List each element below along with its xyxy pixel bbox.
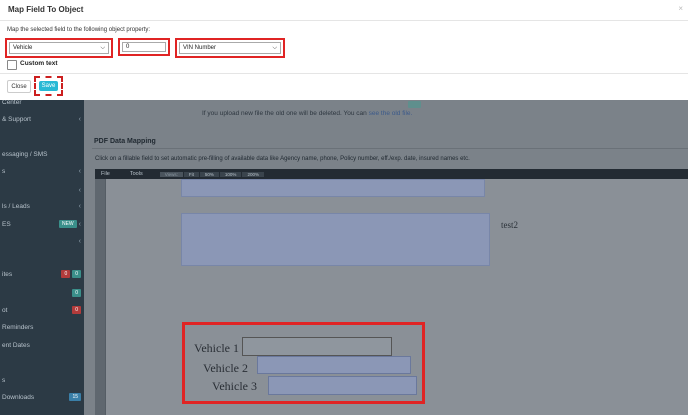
chevron-left-icon: ‹ [78, 167, 81, 175]
chevron-left-icon: ‹ [78, 220, 81, 228]
object-select-highlight: Vehicle ⌵ [5, 38, 113, 58]
vehicle-3-label: Vehicle 3 [212, 379, 257, 393]
old-file-link[interactable]: see the old file. [369, 110, 413, 117]
modal-description: Map the selected field to the following … [7, 27, 151, 33]
zoom-fit-button[interactable]: Fit [182, 171, 199, 177]
vehicle-2-label: Vehicle 2 [203, 361, 248, 375]
pdf-viewer: File Tools Views: Fit 50% 100% 200% test… [95, 169, 688, 415]
sidebar-item-blank[interactable]: ‹ [2, 185, 81, 195]
save-button[interactable]: Save [39, 81, 58, 91]
count-badge: 0 [61, 270, 71, 278]
sidebar-item-reminders[interactable]: Reminders [2, 322, 81, 332]
map-field-modal: Map Field To Object × Map the selected f… [0, 0, 688, 100]
zoom-50-button[interactable]: 50% [198, 171, 219, 177]
sidebar-item-ites[interactable]: ites 0 0 [2, 269, 81, 279]
main-content: If you upload new file the old one will … [84, 100, 688, 415]
fillable-field[interactable] [181, 213, 490, 266]
page-gutter [95, 179, 106, 415]
object-select[interactable]: Vehicle ⌵ [9, 42, 109, 54]
pdf-page: test2 Vehicle 1 Vehicle 2 Vehicle 3 [106, 179, 688, 415]
count-badge: 0 [72, 289, 81, 297]
test2-label: test2 [501, 220, 518, 230]
chevron-down-icon: ⌵ [272, 44, 277, 51]
sidebar-item-ot[interactable]: ot 0 [2, 305, 81, 315]
close-icon[interactable]: × [678, 4, 683, 13]
sidebar-item-blank4[interactable] [2, 408, 81, 415]
upload-chip[interactable] [408, 101, 421, 108]
vehicle-1-field[interactable] [242, 337, 392, 356]
index-input-highlight: 0 [118, 38, 170, 56]
zoom-200-button[interactable]: 200% [241, 171, 264, 177]
zoom-100-button[interactable]: 100% [218, 171, 242, 177]
property-select[interactable]: VIN Number ⌵ [179, 42, 281, 54]
index-input[interactable]: 0 [122, 42, 166, 52]
zoom-controls: Views: Fit 50% 100% 200% [158, 171, 264, 177]
vehicle-2-field[interactable] [257, 356, 411, 374]
count-badge: 0 [72, 306, 81, 314]
upload-notice: If you upload new file the old one will … [202, 110, 413, 117]
sidebar-item-blank3[interactable]: 0 [2, 288, 81, 298]
close-button[interactable]: Close [7, 80, 31, 93]
modal-header: Map Field To Object × [0, 0, 688, 21]
chevron-left-icon: ‹ [78, 237, 81, 245]
divider [92, 148, 688, 149]
fillable-field[interactable] [181, 179, 485, 197]
pdf-toolbar: File Tools Views: Fit 50% 100% 200% [95, 169, 688, 179]
count-badge: 15 [69, 393, 81, 401]
new-badge: NEW [58, 220, 77, 228]
pdf-mapping-description: Click on a fillable field to set automat… [95, 156, 470, 162]
property-select-highlight: VIN Number ⌵ [175, 38, 285, 58]
sidebar: Center & Support ‹ essaging / SMS s ‹ ‹ ls… [0, 99, 84, 415]
pdf-mapping-title: PDF Data Mapping [94, 138, 156, 145]
chevron-down-icon: ⌵ [100, 44, 105, 51]
custom-text-checkbox[interactable] [7, 60, 17, 70]
sidebar-item-support[interactable]: & Support ‹ [2, 114, 81, 124]
sidebar-item-s2[interactable]: s [2, 375, 81, 385]
vehicle-3-field[interactable] [268, 376, 417, 395]
views-label: Views: [158, 171, 183, 177]
sidebar-item-leads[interactable]: ls / Leads ‹ [2, 201, 81, 211]
chevron-left-icon: ‹ [78, 202, 81, 210]
tools-menu[interactable]: Tools [130, 171, 143, 177]
count-badge: 0 [72, 270, 81, 278]
divider [0, 73, 688, 74]
sidebar-item-s[interactable]: s ‹ [2, 166, 81, 176]
save-button-highlight: Save [34, 76, 63, 96]
sidebar-item-downloads[interactable]: Downloads 15 [2, 392, 81, 402]
sidebar-item-dates[interactable]: ent Dates [2, 340, 81, 350]
sidebar-item-blank2[interactable]: ‹ [2, 236, 81, 246]
vehicle-1-label: Vehicle 1 [194, 341, 239, 355]
custom-text-label: Custom text [20, 60, 58, 67]
modal-title: Map Field To Object [8, 5, 84, 14]
file-menu[interactable]: File [101, 171, 110, 177]
sidebar-item-es[interactable]: ES NEW ‹ [2, 219, 81, 229]
chevron-left-icon: ‹ [78, 115, 81, 123]
sidebar-item-messaging[interactable]: essaging / SMS [2, 149, 81, 159]
chevron-left-icon: ‹ [78, 186, 81, 194]
